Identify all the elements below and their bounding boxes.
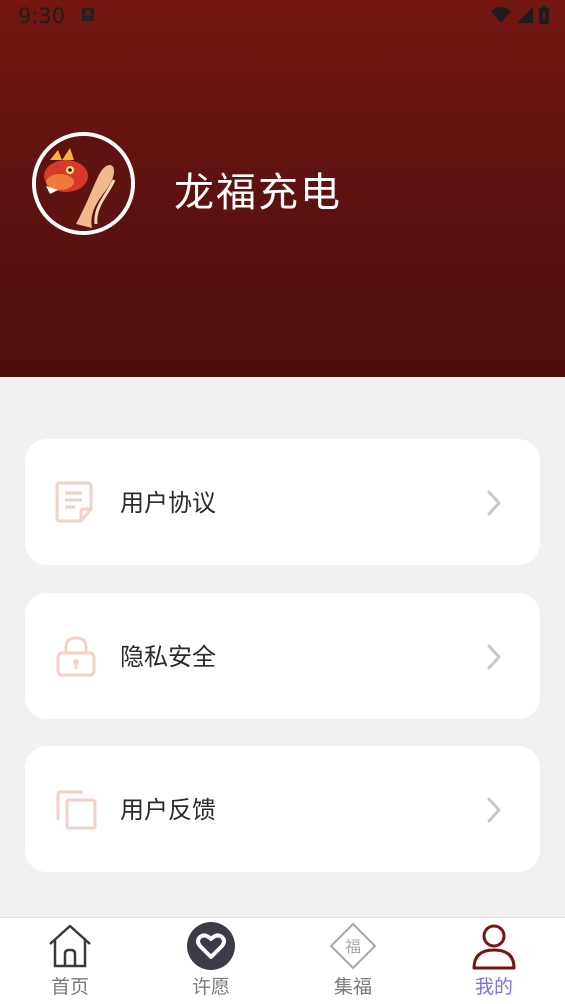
home-icon <box>49 924 91 968</box>
tab-label: 我的 <box>474 976 513 998</box>
user-icon <box>472 924 516 970</box>
menu-item-user-agreement[interactable]: 用户协议 <box>25 439 540 565</box>
signal-icon <box>517 7 533 23</box>
menu-item-user-feedback[interactable]: 用户反馈 <box>25 746 540 872</box>
menu-item-privacy-security[interactable]: 隐私安全 <box>25 593 540 719</box>
chevron-right-icon <box>487 797 501 823</box>
tab-label: 许愿 <box>191 976 230 998</box>
chevron-right-icon <box>487 644 501 670</box>
menu-item-label: 隐私安全 <box>120 643 216 671</box>
menu-item-label: 用户协议 <box>120 489 216 517</box>
notification-icon: A <box>82 8 94 21</box>
app-name: 龙福充电 <box>174 170 342 216</box>
dragon-avatar-icon <box>36 136 131 231</box>
tab-label: 首页 <box>50 976 89 998</box>
battery-icon <box>539 6 549 24</box>
lock-icon <box>56 636 96 677</box>
tab-mine[interactable]: 我的 <box>439 918 549 1004</box>
bottom-tab-bar: 首页 许愿 福 集福 我的 <box>0 917 565 1004</box>
fu-icon: 福 <box>329 922 377 970</box>
heart-icon <box>187 922 235 970</box>
tab-home[interactable]: 首页 <box>15 918 125 1004</box>
menu-item-label: 用户反馈 <box>120 796 216 824</box>
document-icon <box>55 481 93 523</box>
tab-wish[interactable]: 许愿 <box>156 918 266 1004</box>
tab-label: 集福 <box>333 976 372 998</box>
fu-char: 福 <box>345 937 361 956</box>
profile-header: 9:30 A 龙福充电 <box>0 0 565 377</box>
chevron-right-icon <box>487 490 501 516</box>
wifi-icon <box>491 7 511 23</box>
copy-icon <box>56 790 97 830</box>
status-icons <box>491 6 549 24</box>
status-bar: 9:30 A <box>0 0 565 36</box>
status-time: 9:30 <box>18 4 66 28</box>
avatar[interactable] <box>32 132 135 235</box>
tab-collect-fu[interactable]: 福 集福 <box>298 918 408 1004</box>
